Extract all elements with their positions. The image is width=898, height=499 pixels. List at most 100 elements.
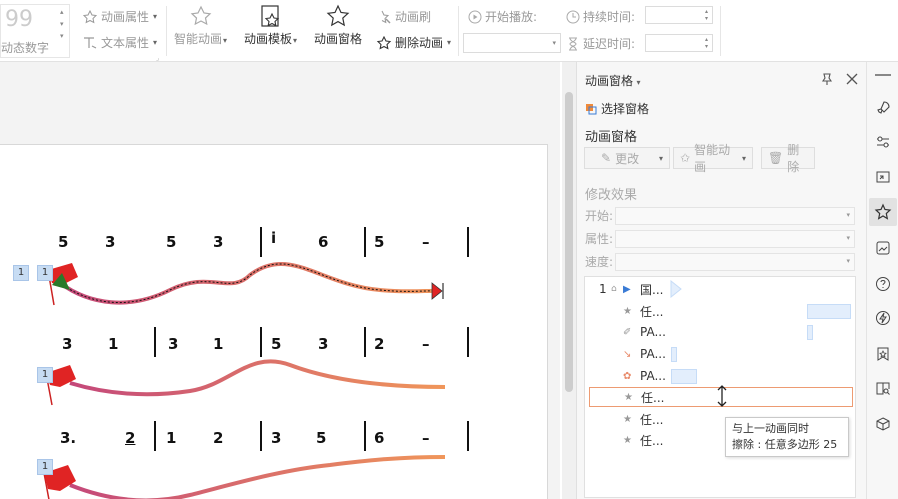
list-item[interactable]: ✿ PA... <box>585 366 853 386</box>
resize-cursor-icon <box>717 385 727 407</box>
delete-anim-icon <box>376 35 392 50</box>
anim-brush-button[interactable]: 动画刷 <box>376 8 431 25</box>
anim-props-button[interactable]: 动画属性 ▾ <box>82 8 157 25</box>
note[interactable]: 2 <box>374 335 384 353</box>
speed-select[interactable]: ▾ <box>615 252 855 271</box>
cube-icon[interactable] <box>873 414 893 434</box>
slide-switch-icon[interactable] <box>873 168 893 188</box>
hourglass-icon <box>569 37 577 50</box>
note[interactable]: – <box>422 335 430 353</box>
help-icon[interactable] <box>873 274 893 294</box>
anim-pane-button[interactable]: 动画窗格 <box>314 4 362 47</box>
note[interactable]: 2 <box>125 429 135 447</box>
delete-anim-button[interactable]: 删除动画 ▾ <box>376 34 451 51</box>
rocket-icon[interactable] <box>873 98 893 118</box>
group-expand-icon[interactable]: ⌟ <box>156 54 159 62</box>
change-effect-button[interactable]: ✎ 更改 ▾ <box>584 147 670 169</box>
drag-handle[interactable] <box>875 74 891 76</box>
animation-star-icon[interactable] <box>869 198 897 226</box>
scrollbar-thumb[interactable] <box>565 92 573 392</box>
animation-order-tag[interactable]: 1 <box>13 265 29 281</box>
list-item[interactable]: ✐ PA... <box>585 322 853 342</box>
timeline-bar[interactable] <box>671 368 697 384</box>
property-row: 属性: ▾ <box>585 229 855 248</box>
motion-path-2[interactable] <box>69 359 446 397</box>
start-play-select[interactable]: ▾ <box>463 33 561 53</box>
note[interactable]: 3 <box>318 335 328 353</box>
note[interactable]: 5 <box>271 335 281 353</box>
spin-down-icon[interactable]: ▾ <box>705 16 708 22</box>
note[interactable]: – <box>422 233 430 251</box>
note[interactable]: – <box>422 429 430 447</box>
note[interactable]: i <box>271 229 276 247</box>
list-item-selected[interactable]: ★ 任... <box>589 385 853 407</box>
note[interactable]: 1 <box>166 429 176 447</box>
digit-preview-icon: 99 <box>5 7 33 32</box>
right-sidebar <box>866 62 898 499</box>
note[interactable]: 5 <box>58 233 68 251</box>
timing-tooltip: 与上一动画同时 擦除 : 任意多边形 25 <box>725 417 849 457</box>
timeline-bar[interactable] <box>671 346 677 362</box>
book-search-icon[interactable] <box>873 378 893 398</box>
note[interactable]: 5 <box>374 233 384 251</box>
note[interactable]: 3 <box>62 335 72 353</box>
anim-brush-icon <box>381 10 391 24</box>
anim-brush-label: 动画刷 <box>395 10 432 24</box>
start-select[interactable]: ▾ <box>615 206 855 225</box>
text-props-button[interactable]: 文本属性 ▾ <box>82 34 157 51</box>
pane-title: 动画窗格 <box>585 74 634 88</box>
play-circle-icon <box>468 10 482 23</box>
note[interactable]: 2 <box>213 429 223 447</box>
image-effect-icon[interactable] <box>873 238 893 258</box>
pane-title-dropdown[interactable]: 动画窗格 ▾ <box>585 72 641 89</box>
chevron-down-icon: ▾ <box>846 256 850 265</box>
delay-input[interactable]: ▴ ▾ <box>645 34 713 52</box>
sliders-icon[interactable] <box>873 132 893 152</box>
list-item[interactable]: 1 ⌂ ▶ 国... <box>585 279 853 299</box>
motion-path-3[interactable] <box>69 455 446 499</box>
spin-down-icon[interactable]: ▾ <box>705 44 708 50</box>
bar-line <box>260 327 262 357</box>
star-bookmark-icon[interactable] <box>873 344 893 364</box>
close-icon[interactable] <box>845 72 859 86</box>
smart-anim-button[interactable]: 智能动画▾ <box>174 4 227 47</box>
motion-path-1[interactable] <box>58 262 441 305</box>
note[interactable]: 5 <box>166 233 176 251</box>
animation-order-tag[interactable]: 1 <box>37 367 53 383</box>
property-select[interactable]: ▾ <box>615 229 855 248</box>
duration-input[interactable]: ▴ ▾ <box>645 6 713 24</box>
anim-template-button[interactable]: 动画模板▾ <box>244 4 297 47</box>
animation-list[interactable]: 1 ⌂ ▶ 国... ★ 任... ✐ PA... ↘ PA... ✿ PA..… <box>584 276 856 498</box>
path-effect-icon: ↘ <box>623 348 632 360</box>
lightning-icon[interactable] <box>873 308 893 328</box>
pin-icon[interactable] <box>820 72 834 86</box>
note[interactable]: 6 <box>374 429 384 447</box>
smart-anim-pane-button[interactable]: ✩ 智能动画 ▾ <box>673 143 753 174</box>
list-item[interactable]: ★ 任... <box>585 301 853 321</box>
speed-label: 速度: <box>585 255 614 269</box>
item-label: 任... <box>640 412 664 427</box>
select-pane-button[interactable]: 选择窗格 <box>585 100 649 117</box>
slide-vertical-scrollbar[interactable] <box>562 62 576 499</box>
list-item[interactable]: ↘ PA... <box>585 344 853 364</box>
gallery-scroll-icon[interactable]: ▴ ▾ ▾ <box>60 6 64 42</box>
timeline-bar[interactable] <box>807 303 851 319</box>
smart-star-icon: ✩ <box>680 151 691 165</box>
delete-effect-button[interactable]: 🗑 删除 <box>761 143 815 174</box>
note[interactable]: 3 <box>168 335 178 353</box>
delay-label-group: 延迟时间: <box>566 35 635 52</box>
note[interactable]: 6 <box>318 233 328 251</box>
note[interactable]: 1 <box>213 335 223 353</box>
note[interactable]: 3 <box>271 429 281 447</box>
slide[interactable]: 5 3 5 3 i 6 5 – 3 1 3 1 5 3 2 – 3. 2 1 2… <box>0 144 548 499</box>
start-play-label-group: 开始播放: <box>468 8 537 25</box>
animation-order-tag[interactable]: 1 <box>37 459 53 475</box>
note[interactable]: 5 <box>316 429 326 447</box>
animation-order-tag[interactable]: 1 <box>37 265 53 281</box>
timeline-bar[interactable] <box>807 324 813 340</box>
note[interactable]: 3. <box>60 429 76 447</box>
note[interactable]: 1 <box>108 335 118 353</box>
path-effect-icon: ✐ <box>623 326 632 338</box>
note[interactable]: 3 <box>105 233 115 251</box>
note[interactable]: 3 <box>213 233 223 251</box>
